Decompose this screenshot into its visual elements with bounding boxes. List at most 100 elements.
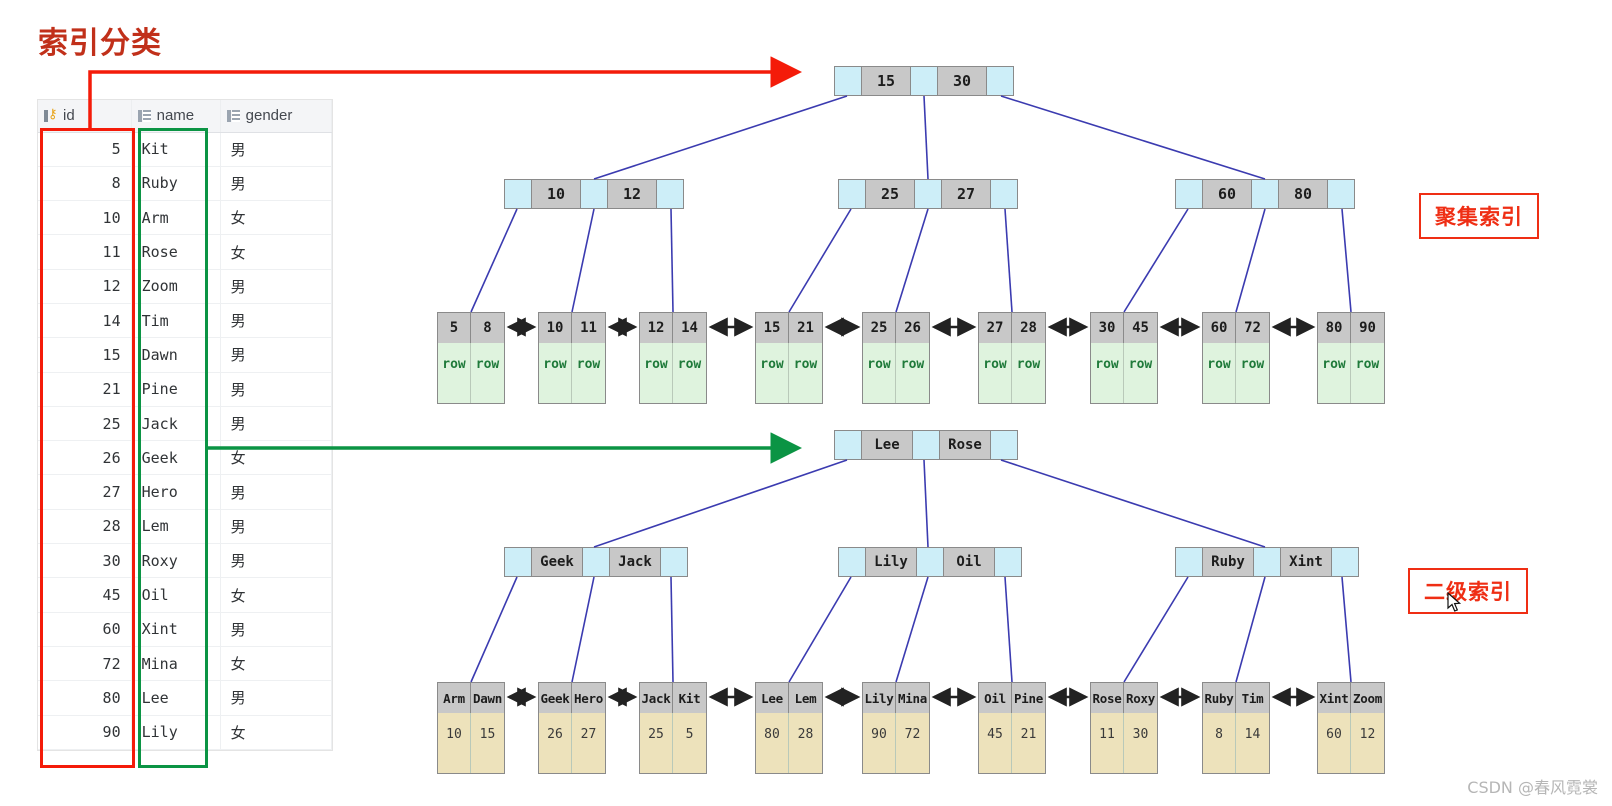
leaf-key: 28 [1012, 313, 1045, 343]
cell-gender: 男 [220, 680, 333, 716]
cell-gender: 女 [220, 715, 333, 750]
leaf-value: row [979, 343, 1013, 403]
leaf-key: Dawn [471, 683, 504, 713]
table-row[interactable]: 8 Ruby 男 [38, 166, 333, 202]
leaf-key-row: 10 11 [539, 313, 605, 343]
table-header-row: id name gender [38, 100, 333, 133]
table-row[interactable]: 25 Jack 男 [38, 406, 333, 442]
column-header-id-label: id [63, 107, 75, 125]
leaf-value: row [1203, 343, 1237, 403]
leaf-value: 15 [471, 713, 504, 773]
leaf-key-row: Geek Hero [539, 683, 605, 713]
secondary-leaf-node: Geek Hero 26 27 [538, 682, 606, 774]
secondary-root-node: Lee Rose [834, 430, 1018, 460]
leaf-key: 10 [539, 313, 573, 343]
leaf-value-row: row row [438, 343, 504, 403]
leaf-key: Lem [789, 683, 822, 713]
leaf-value: 21 [1012, 713, 1045, 773]
leaf-key: Xint [1318, 683, 1352, 713]
clustered-internal-node: 25 27 [838, 179, 1018, 209]
table-row[interactable]: 26 Geek 女 [38, 440, 333, 476]
table-header: id name gender [38, 100, 333, 133]
leaf-key: Kit [673, 683, 706, 713]
table-row[interactable]: 14 Tim 男 [38, 303, 333, 339]
column-header-gender[interactable]: gender [220, 100, 333, 133]
table-row[interactable]: 15 Dawn 男 [38, 337, 333, 373]
leaf-value: 11 [1091, 713, 1125, 773]
leaf-key: Roxy [1124, 683, 1157, 713]
table-row[interactable]: 11 Rose 女 [38, 234, 333, 270]
table-row[interactable]: 5 Kit 男 [38, 132, 333, 167]
cell-gender: 男 [220, 337, 333, 373]
leaf-value-row: 45 21 [979, 713, 1045, 773]
cell-gender: 女 [220, 234, 333, 270]
leaf-key-row: Jack Kit [640, 683, 706, 713]
secondary-leaf-node: Ruby Tim 8 14 [1202, 682, 1270, 774]
node-key: Lily [865, 548, 917, 576]
cell-name: Jack [131, 406, 221, 442]
column-header-name-label: name [156, 107, 195, 125]
node-pointer-slot [835, 431, 861, 459]
leaf-key: 8 [471, 313, 504, 343]
table-row[interactable]: 27 Hero 男 [38, 474, 333, 510]
node-pointer-slot [1254, 548, 1280, 576]
secondary-leaf-node: Rose Roxy 11 30 [1090, 682, 1158, 774]
leaf-value-row: 60 12 [1318, 713, 1384, 773]
table-row[interactable]: 30 Roxy 男 [38, 543, 333, 579]
table-row[interactable]: 72 Mina 女 [38, 646, 333, 682]
leaf-value: 45 [979, 713, 1013, 773]
clustered-leaf-node: 80 90 row row [1317, 312, 1385, 404]
node-key: Rose [939, 431, 991, 459]
table-row[interactable]: 60 Xint 男 [38, 612, 333, 647]
cell-name: Geek [131, 440, 221, 476]
leaf-value: row [1124, 343, 1157, 403]
leaf-key: Lily [863, 683, 897, 713]
watermark: CSDN @春风霓裳 [1467, 778, 1598, 797]
column-header-name[interactable]: name [131, 100, 221, 133]
leaf-value: row [572, 343, 605, 403]
leaf-key: 11 [572, 313, 605, 343]
cell-name: Arm [131, 200, 221, 236]
cell-id: 60 [38, 612, 132, 647]
secondary-index-label: 二级索引 [1408, 568, 1528, 614]
leaf-value: 10 [438, 713, 472, 773]
leaf-key: 27 [979, 313, 1013, 343]
secondary-internal-node: Lily Oil [838, 547, 1022, 577]
table-row[interactable]: 90 Lily 女 [38, 715, 333, 750]
node-pointer-slot [583, 548, 609, 576]
leaf-value: 26 [539, 713, 573, 773]
leaf-value: row [789, 343, 822, 403]
clustered-leaf-node: 15 21 row row [755, 312, 823, 404]
column-header-gender-label: gender [245, 107, 293, 125]
table-row[interactable]: 80 Lee 男 [38, 680, 333, 716]
column-header-id[interactable]: id [38, 100, 132, 133]
table-row[interactable]: 10 Arm 女 [38, 200, 333, 236]
cell-id: 5 [38, 132, 132, 167]
cell-id: 8 [38, 166, 132, 202]
node-key: 80 [1278, 180, 1328, 208]
leaf-value: row [896, 343, 929, 403]
node-pointer-slot [995, 548, 1021, 576]
leaf-key: 45 [1124, 313, 1157, 343]
clustered-leaf-node: 12 14 row row [639, 312, 707, 404]
cell-name: Kit [131, 132, 221, 167]
leaf-key: Hero [572, 683, 605, 713]
leaf-key-row: Lily Mina [863, 683, 929, 713]
cell-id: 45 [38, 577, 132, 613]
node-pointer-slot [839, 548, 865, 576]
leaf-value: 5 [673, 713, 706, 773]
leaf-key: 15 [756, 313, 790, 343]
cell-id: 28 [38, 509, 132, 545]
node-pointer-slot [1176, 548, 1202, 576]
leaf-key: 80 [1318, 313, 1352, 343]
table-row[interactable]: 45 Oil 女 [38, 577, 333, 613]
table-row[interactable]: 28 Lem 男 [38, 509, 333, 545]
column-grid-icon [226, 109, 240, 123]
table-row[interactable]: 12 Zoom 男 [38, 269, 333, 304]
leaf-value: 14 [1236, 713, 1269, 773]
table-row[interactable]: 21 Pine 男 [38, 372, 333, 407]
cell-gender: 男 [220, 406, 333, 442]
leaf-key: Jack [640, 683, 674, 713]
page-title: 索引分类 [38, 26, 162, 61]
node-pointer-slot [987, 67, 1013, 95]
